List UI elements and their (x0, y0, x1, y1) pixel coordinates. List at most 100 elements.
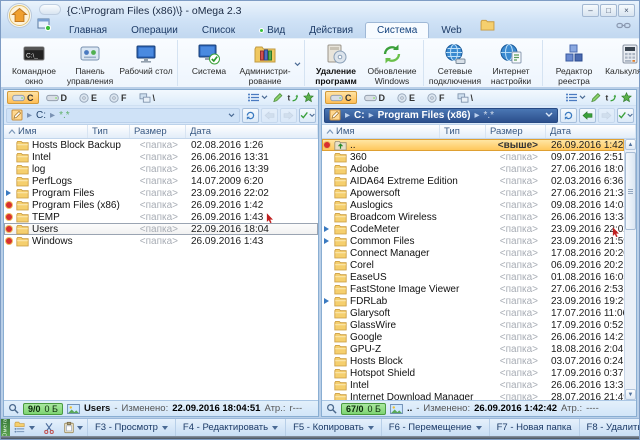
ribbon-desktop-button[interactable]: Рабочий стол (118, 40, 174, 86)
breadcrumb-dropdown-chevron[interactable] (228, 110, 235, 121)
file-row[interactable]: Auslogics<папка>09.08.2016 14:03 (322, 199, 624, 211)
function-key-button-3[interactable]: F3 - Просмотр (87, 419, 175, 436)
vertical-side-tab[interactable]: Омега (1, 419, 10, 436)
app-logo-button[interactable] (6, 2, 33, 29)
tab-3[interactable]: Вид (247, 22, 297, 38)
titlebar[interactable]: {C:\Program Files (x86)\} - oMega 2.3 – … (1, 1, 639, 21)
tab-0[interactable]: Главная (57, 22, 119, 38)
breadcrumb[interactable]: ▸C:▸*.* (6, 108, 240, 123)
magnifier-icon[interactable] (326, 403, 337, 414)
quick-filter-check-button[interactable] (299, 108, 316, 123)
function-key-button-5[interactable]: F5 - Копировать (285, 419, 381, 436)
back-button[interactable] (261, 108, 278, 123)
file-row[interactable]: Program Files<папка>23.09.2016 22:02 (4, 187, 318, 199)
cut-button[interactable] (39, 419, 59, 436)
ribbon-registry-button[interactable]: Редактор реестра (546, 40, 602, 86)
file-row[interactable]: Hosts Block Backup<папка>02.08.2016 1:26 (4, 139, 318, 151)
history-button[interactable]: t (605, 92, 617, 103)
filter-mask[interactable]: *.* (59, 110, 70, 121)
file-row[interactable]: Intel<папка>26.06.2016 13:31 (322, 379, 624, 391)
ribbon-internet-button[interactable]: Интернет настройки (483, 40, 539, 86)
file-row[interactable]: ..<выше>26.09.2016 1:42 (322, 139, 624, 151)
edit-button[interactable] (590, 92, 601, 103)
drive-f-button[interactable]: F (422, 91, 450, 104)
file-row[interactable]: Hotspot Shield<папка>17.09.2016 0:37 (322, 367, 624, 379)
layout-icon[interactable] (37, 18, 51, 36)
drive-root-button[interactable]: \ (134, 91, 161, 104)
function-key-button-8[interactable]: F8 - Удалить (579, 419, 639, 436)
breadcrumb-segment[interactable]: Program Files (x86) (378, 110, 471, 121)
quick-access-placeholder[interactable] (39, 4, 61, 15)
tab-5[interactable]: Система (365, 22, 429, 38)
column-header-0[interactable]: Имя (322, 125, 440, 138)
breadcrumb-segment[interactable]: C: (36, 110, 46, 121)
file-row[interactable]: AIDA64 Extreme Edition<папка>02.03.2016 … (322, 175, 624, 187)
magnifier-icon[interactable] (8, 403, 19, 414)
file-row[interactable]: GPU-Z<папка>18.08.2016 2:04 (322, 343, 624, 355)
edit-path-icon[interactable] (11, 109, 23, 121)
column-header-0[interactable]: Имя (4, 125, 88, 138)
forward-button[interactable] (280, 108, 297, 123)
file-row[interactable]: Adobe<папка>27.06.2016 18:05 (322, 163, 624, 175)
new-tab-button[interactable] (480, 18, 495, 36)
ribbon-control-panel-button[interactable]: Панель управления (62, 40, 118, 86)
column-header-1[interactable]: Тип (440, 125, 486, 138)
file-row[interactable]: Intel<папка>26.06.2016 13:31 (4, 151, 318, 163)
file-row[interactable]: EaseUS<папка>01.08.2016 16:05 (322, 271, 624, 283)
view-menu-button[interactable] (566, 93, 586, 102)
favorites-button[interactable] (621, 92, 632, 103)
edit-button[interactable] (272, 92, 283, 103)
function-key-button-6[interactable]: F6 - Перемещение (381, 419, 489, 436)
file-row[interactable]: FastStone Image Viewer<папка>27.06.2016 … (322, 283, 624, 295)
column-header-2[interactable]: Размер (130, 125, 186, 138)
drive-d-button[interactable]: D (359, 91, 391, 104)
drive-c-button[interactable]: C (7, 91, 39, 104)
drive-d-button[interactable]: D (41, 91, 73, 104)
drive-f-button[interactable]: F (104, 91, 132, 104)
drive-root-button[interactable]: \ (452, 91, 479, 104)
file-row[interactable]: Corel<папка>06.09.2016 20:21 (322, 259, 624, 271)
scroll-thumb[interactable] (625, 152, 636, 230)
forward-button[interactable] (598, 108, 615, 123)
filter-mask[interactable]: *.* (483, 110, 494, 121)
drive-c-button[interactable]: C (325, 91, 357, 104)
file-row[interactable]: GlassWire<папка>17.09.2016 0:52 (322, 319, 624, 331)
ribbon-admin-button[interactable]: Администри-рование (237, 40, 293, 86)
tab-6[interactable]: Web (429, 22, 473, 38)
ribbon-system-button[interactable]: Система (181, 40, 237, 86)
file-row[interactable]: Users<папка>22.09.2016 18:04 (4, 223, 318, 235)
paste-button[interactable] (59, 419, 87, 436)
view-menu-button[interactable] (248, 93, 268, 102)
file-row[interactable]: TEMP<папка>26.09.2016 1:43 (4, 211, 318, 223)
maximize-button[interactable]: □ (600, 4, 617, 17)
quick-access-toolbar[interactable] (39, 4, 61, 15)
file-row[interactable]: Google<папка>26.06.2016 14:22 (322, 331, 624, 343)
history-button[interactable]: t (287, 92, 299, 103)
file-row[interactable]: Apowersoft<папка>27.06.2016 21:38 (322, 187, 624, 199)
ribbon-terminal-button[interactable]: C:\_Командное окно (6, 40, 62, 86)
drive-e-button[interactable]: E (392, 91, 420, 104)
scroll-up-button[interactable]: ▲ (625, 139, 636, 150)
close-button[interactable]: × (618, 4, 635, 17)
ribbon-update-button[interactable]: Обновление Windows (364, 40, 420, 86)
scrollbar[interactable]: ▲▼ (624, 139, 636, 400)
tab-4[interactable]: Действия (297, 22, 365, 38)
file-row[interactable]: Program Files (x86)<папка>26.09.2016 1:4… (4, 199, 318, 211)
file-row[interactable]: Glarysoft<папка>17.07.2016 11:06 (322, 307, 624, 319)
ribbon-network-button[interactable]: Сетевые подключения (427, 40, 483, 86)
minimize-button[interactable]: – (582, 4, 599, 17)
column-header-2[interactable]: Размер (486, 125, 546, 138)
group-menu-chevron[interactable] (294, 54, 301, 72)
file-row[interactable]: FDRLab<папка>23.09.2016 19:29 (322, 295, 624, 307)
file-row[interactable]: PerfLogs<папка>14.07.2009 6:20 (4, 175, 318, 187)
file-row[interactable]: Hosts Block<папка>03.07.2016 0:24 (322, 355, 624, 367)
scroll-down-button[interactable]: ▼ (625, 389, 636, 400)
function-key-button-7[interactable]: F7 - Новая папка (489, 419, 579, 436)
breadcrumb-dropdown-chevron[interactable] (545, 110, 553, 121)
folder-tree-button[interactable] (10, 419, 39, 436)
tab-1[interactable]: Операции (119, 22, 190, 38)
refresh-button[interactable] (560, 108, 577, 123)
quick-filter-check-button[interactable] (617, 108, 634, 123)
drive-e-button[interactable]: E (74, 91, 102, 104)
file-row[interactable]: 360<папка>09.07.2016 2:51 (322, 151, 624, 163)
